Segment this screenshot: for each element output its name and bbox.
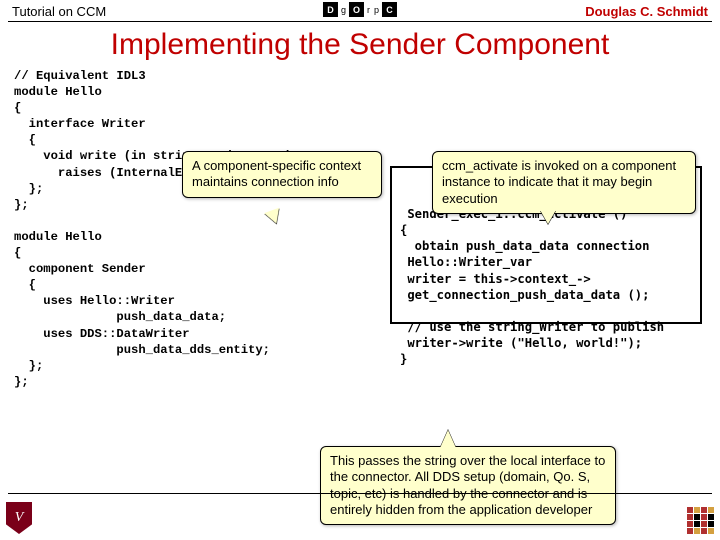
footer-divider [8,493,712,494]
logo-letter-o: O [349,2,364,17]
callout-activate-tail [540,210,556,224]
callout-connector-text: This passes the string over the local in… [330,453,605,517]
logo-letter-d: D [323,2,338,17]
cpp-code-text: Sender_exec_i::ccm_activate () { obtain … [400,206,692,367]
callout-connector-tail [440,430,456,448]
callout-context: A component-specific context maintains c… [182,151,382,198]
callout-activate: ccm_activate is invoked on a component i… [432,151,696,214]
doc-group-logo: D g O r p C [323,2,397,17]
header-left-text: Tutorial on CCM [12,4,106,19]
logo-sup-g: g [341,5,346,15]
shield-icon: V [6,502,32,534]
isis-logo [687,507,714,534]
callout-context-text: A component-specific context maintains c… [192,158,361,189]
callout-activate-text: ccm_activate is invoked on a component i… [442,158,676,206]
shield-letter: V [15,510,24,526]
idl-code-block: // Equivalent IDL3 module Hello { interf… [14,68,292,390]
logo-sup-p: p [374,5,379,15]
header-right-text: Douglas C. Schmidt [585,4,708,19]
logo-sup-r: r [367,5,370,15]
callout-connector: This passes the string over the local in… [320,446,616,525]
header-divider [8,21,712,22]
footer-shield-logo: V [6,502,32,534]
slide-title: Implementing the Sender Component [0,28,720,62]
logo-letter-c: C [382,2,397,17]
